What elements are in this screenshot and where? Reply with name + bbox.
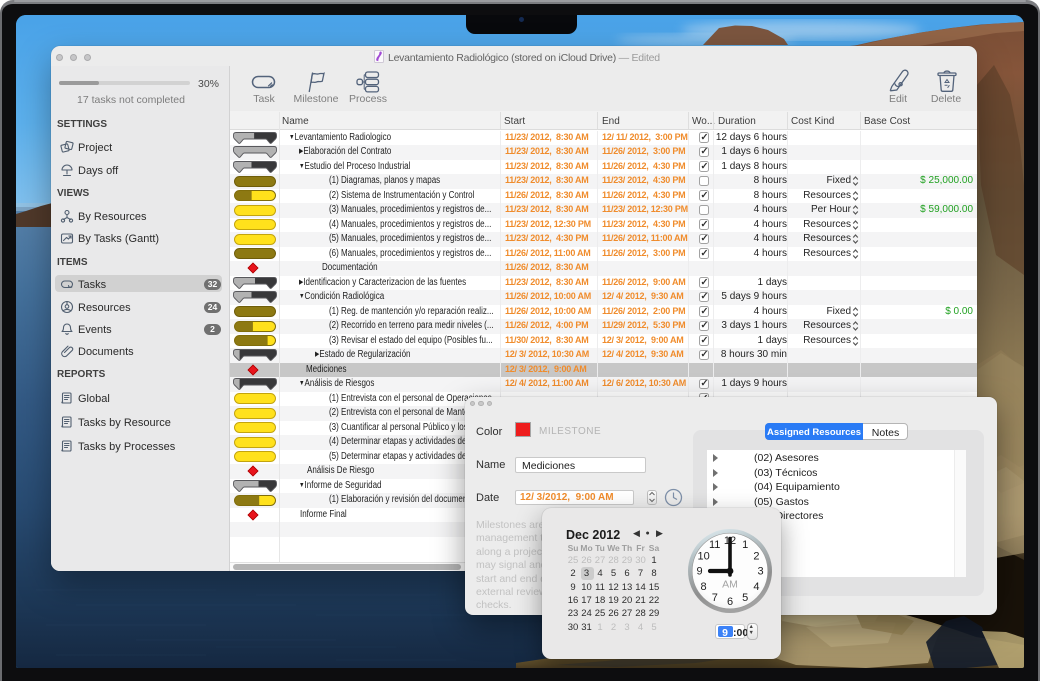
svg-text:10: 10 (697, 550, 709, 562)
svg-text:5: 5 (742, 592, 748, 604)
svg-text:6: 6 (727, 596, 733, 608)
svg-text:7: 7 (712, 592, 718, 604)
svg-text:11: 11 (709, 539, 720, 551)
svg-text:3: 3 (757, 566, 763, 578)
svg-text:4: 4 (753, 581, 759, 593)
svg-text:AM: AM (722, 579, 738, 591)
svg-text:8: 8 (701, 581, 707, 593)
svg-text:9: 9 (696, 566, 702, 578)
svg-text:1: 1 (742, 539, 748, 551)
svg-text:2: 2 (753, 550, 759, 562)
